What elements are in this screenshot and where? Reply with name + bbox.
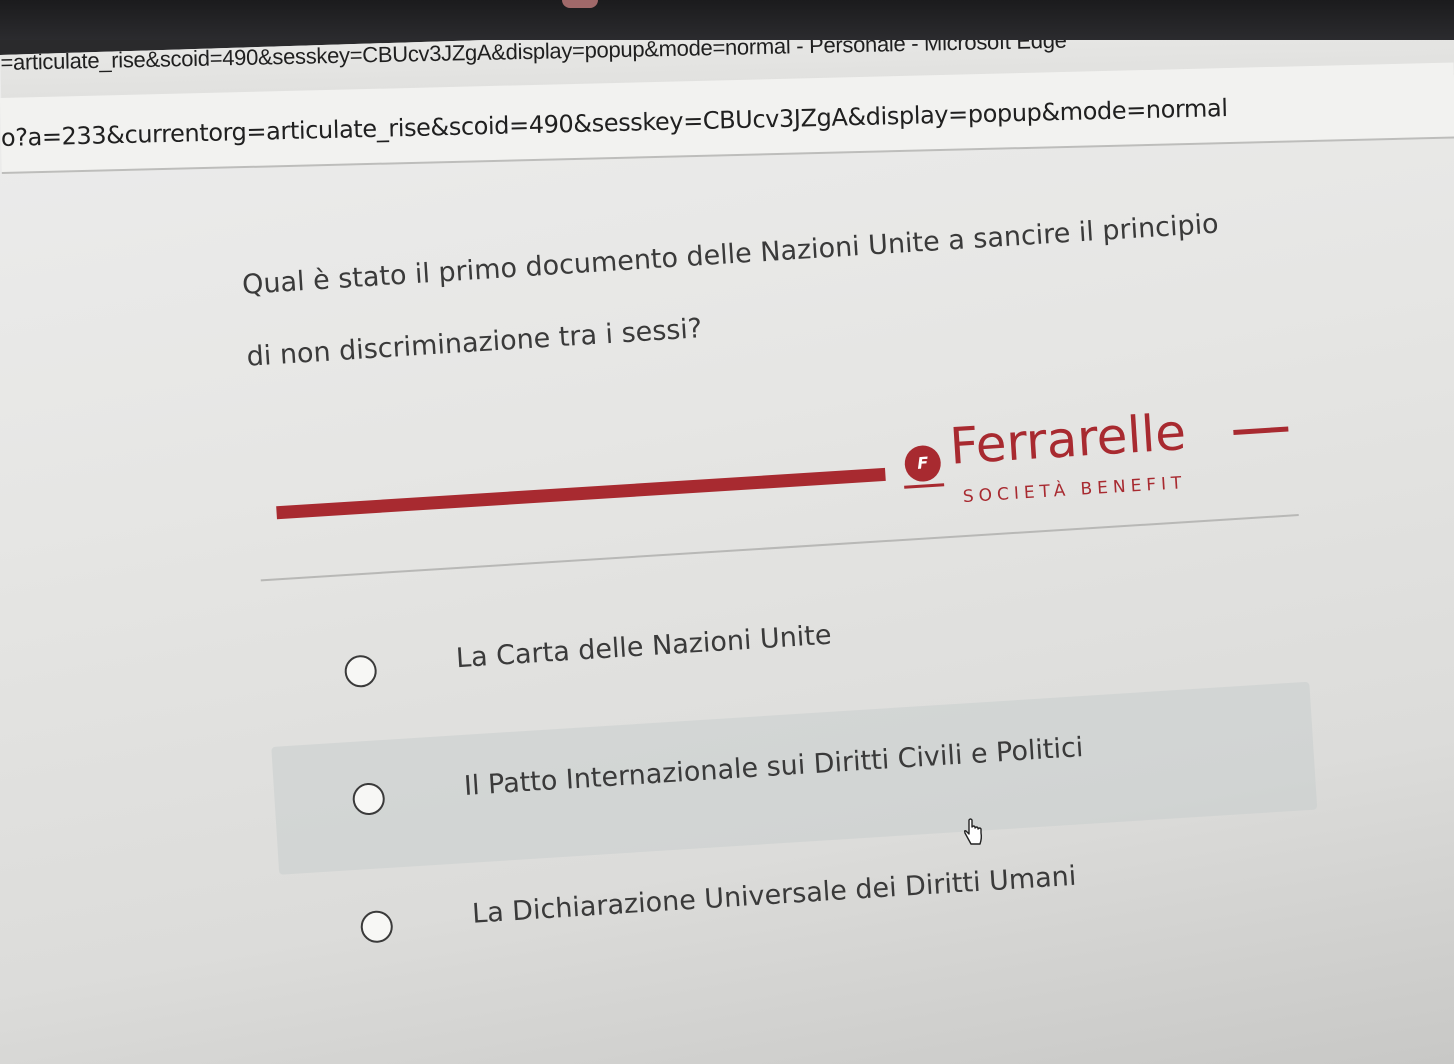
bezel-light xyxy=(562,0,598,8)
screen: =articulate_rise&scoid=490&sesskey=CBUcv… xyxy=(0,10,1454,1064)
answer-label[interactable]: Il Patto Internazionale sui Diritti Civi… xyxy=(463,732,1084,802)
brand-line xyxy=(1233,426,1289,435)
radio-empty-icon[interactable] xyxy=(351,782,386,816)
brand-subtitle: SOCIETÀ BENEFIT xyxy=(962,473,1188,508)
answer-label[interactable]: La Carta delle Nazioni Unite xyxy=(455,620,832,675)
brand-name: Ferrarelle xyxy=(947,403,1188,476)
radio-empty-icon[interactable] xyxy=(343,654,378,689)
address-url[interactable]: o?a=233&currentorg=articulate_rise&scoid… xyxy=(1,94,1228,152)
ferrarelle-mark-icon: F xyxy=(903,444,942,483)
quiz-content: Qual è stato il primo documento delle Na… xyxy=(240,182,1365,1002)
answer-label[interactable]: La Dichiarazione Universale dei Diritti … xyxy=(471,861,1077,930)
hand-pointer-icon xyxy=(963,818,983,845)
answer-options: La Carta delle Nazioni Unite Il Patto In… xyxy=(263,551,1365,1002)
radio-empty-icon[interactable] xyxy=(359,909,394,944)
monitor-bezel xyxy=(0,0,1454,40)
brand-red-bar xyxy=(276,467,886,520)
